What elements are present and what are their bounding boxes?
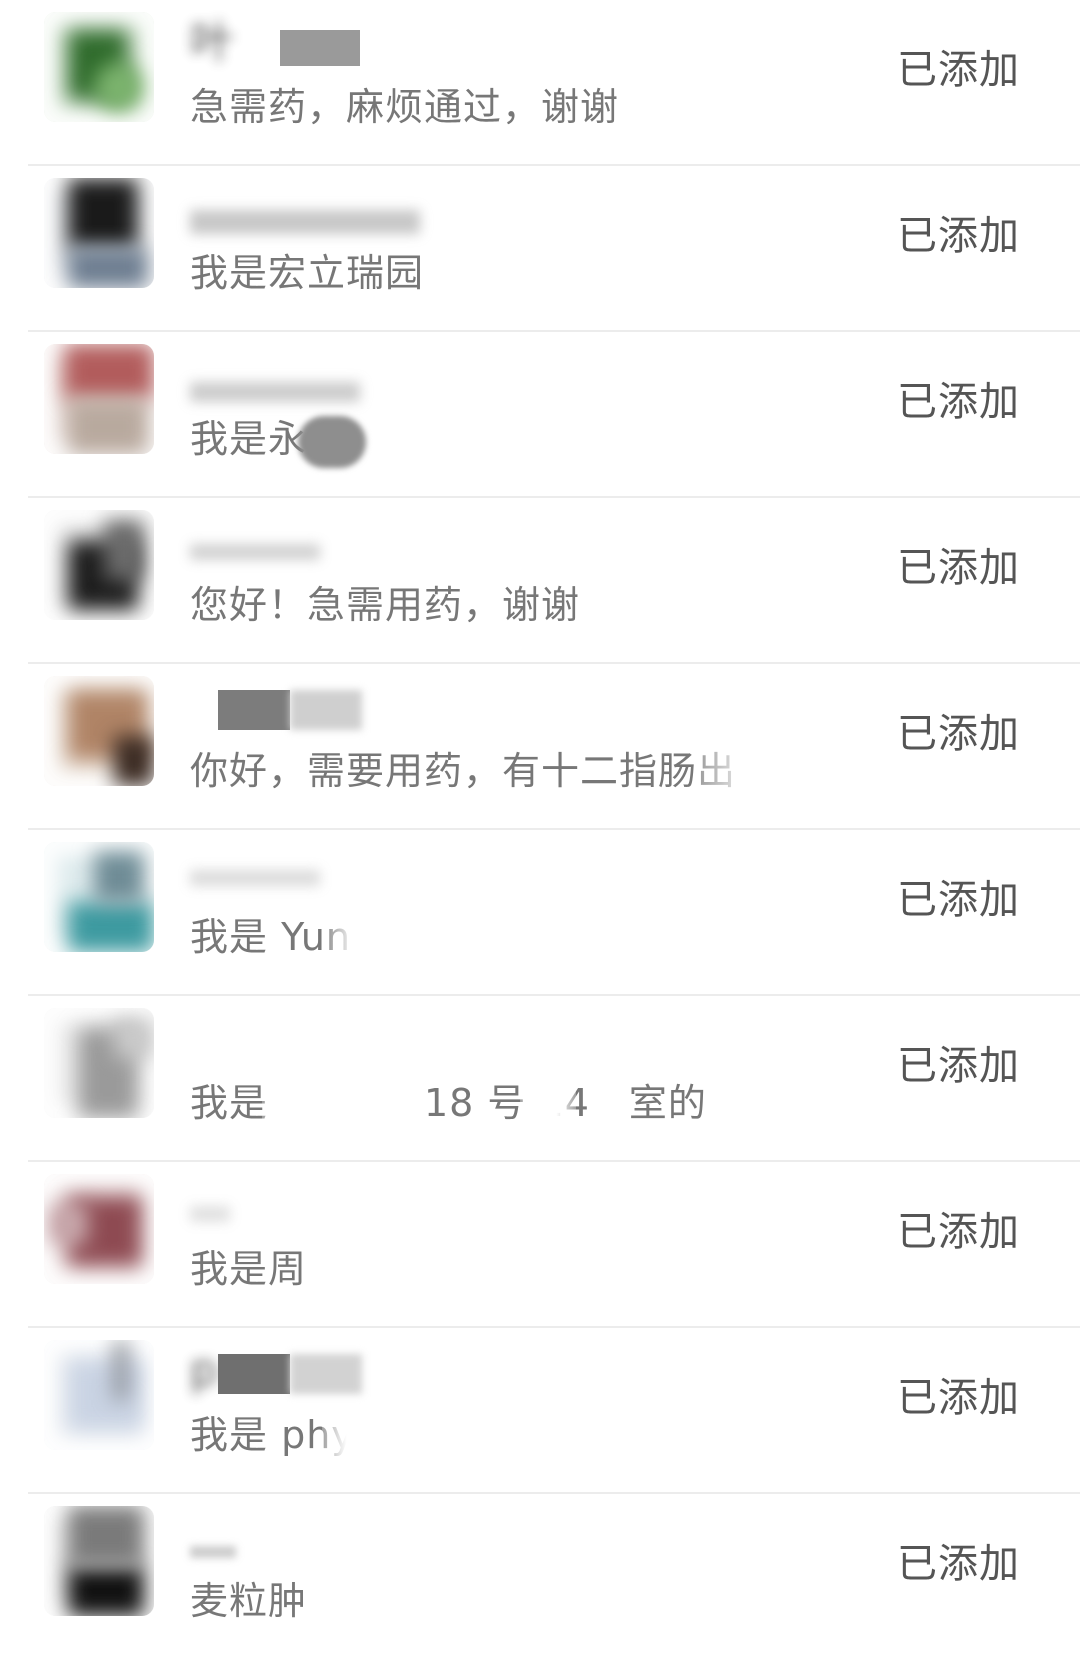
avatar-image [68, 1506, 144, 1566]
added-status: 已添加 [897, 1541, 1020, 1587]
avatar[interactable] [44, 344, 154, 454]
redaction-block [262, 1074, 362, 1132]
contact-row[interactable]: 我是宏立瑞园 已添加 [0, 166, 1080, 332]
added-status: 已添加 [897, 877, 1020, 923]
avatar[interactable] [44, 676, 154, 786]
avatar[interactable] [44, 178, 154, 288]
request-note: 我是永 [190, 417, 308, 461]
avatar-image [68, 902, 154, 952]
contact-row[interactable]: 叶 急需药，麻烦通过，谢谢 已添加 [0, 0, 1080, 166]
redaction-block [190, 1546, 236, 1558]
request-note: 麦粒肿 [190, 1579, 308, 1623]
redaction-block [190, 210, 420, 234]
redaction-block [330, 908, 400, 966]
avatar-image [114, 1340, 128, 1400]
contact-name: 叶 [190, 17, 234, 68]
redaction-block [190, 870, 320, 886]
avatar[interactable] [44, 1174, 154, 1284]
contact-row[interactable]: 你好，需要用药，有十二指肠出 已添加 [0, 664, 1080, 830]
contact-row[interactable]: 麦粒肿 已添加 [0, 1494, 1080, 1660]
avatar-image [68, 1360, 144, 1430]
redaction-block [218, 690, 290, 730]
request-note: 我是宏立瑞园 [190, 251, 425, 295]
contact-row[interactable]: 我是 Yun 已添加 [0, 830, 1080, 996]
added-status: 已添加 [897, 379, 1020, 425]
avatar-image [114, 1018, 154, 1058]
avatar-image [68, 178, 138, 248]
request-note: 我是周 [190, 1247, 308, 1291]
contact-row[interactable]: 我是周 已添加 [0, 1162, 1080, 1328]
avatar[interactable] [44, 1008, 154, 1118]
added-status: 已添加 [897, 711, 1020, 757]
avatar-image [68, 1566, 144, 1616]
avatar[interactable] [44, 1506, 154, 1616]
avatar-image [48, 1204, 88, 1244]
redaction-block [190, 382, 360, 402]
redaction-block [326, 1240, 406, 1298]
redaction-block [290, 690, 362, 730]
avatar-image [68, 399, 148, 454]
request-note: 您好！急需用药，谢谢 [190, 583, 581, 627]
redaction-block [190, 1206, 230, 1222]
avatar[interactable] [44, 842, 154, 952]
redaction-block [322, 1406, 392, 1464]
request-note: 我是 Yun [190, 915, 352, 959]
contact-row[interactable]: 我是 18 号 14 室的 已添加 [0, 996, 1080, 1162]
redaction-block [280, 30, 360, 66]
redaction-block [520, 1074, 576, 1132]
added-status: 已添加 [897, 1209, 1020, 1255]
contact-row[interactable]: 我是永 已添加 [0, 332, 1080, 498]
avatar-image [114, 736, 154, 786]
contact-row[interactable]: p 我是 phy 已添加 [0, 1328, 1080, 1494]
added-status: 已添加 [897, 545, 1020, 591]
added-status: 已添加 [897, 1375, 1020, 1421]
avatar-image [104, 520, 144, 580]
new-friends-list: 叶 急需药，麻烦通过，谢谢 已添加 我是宏立瑞园 已添加 我是永 已添加 您好！… [0, 0, 1080, 1645]
avatar[interactable] [44, 12, 154, 122]
avatar-image [68, 248, 148, 288]
avatar-image [94, 62, 144, 112]
redaction-block [190, 544, 320, 560]
added-status: 已添加 [897, 213, 1020, 259]
added-status: 已添加 [897, 47, 1020, 93]
contact-row[interactable]: 您好！急需用药，谢谢 已添加 [0, 498, 1080, 664]
redaction-block [298, 416, 366, 468]
added-status: 已添加 [897, 1043, 1020, 1089]
avatar[interactable] [44, 1340, 154, 1450]
redaction-block [218, 1354, 290, 1394]
request-note: 急需药，麻烦通过，谢谢 [190, 85, 620, 129]
avatar-image [94, 852, 144, 902]
contact-name: p [190, 1345, 218, 1396]
avatar-image [64, 344, 154, 399]
avatar[interactable] [44, 510, 154, 620]
redaction-block [700, 742, 860, 800]
request-note: 你好，需要用药，有十二指肠出 [190, 749, 737, 793]
redaction-block [290, 1354, 362, 1394]
